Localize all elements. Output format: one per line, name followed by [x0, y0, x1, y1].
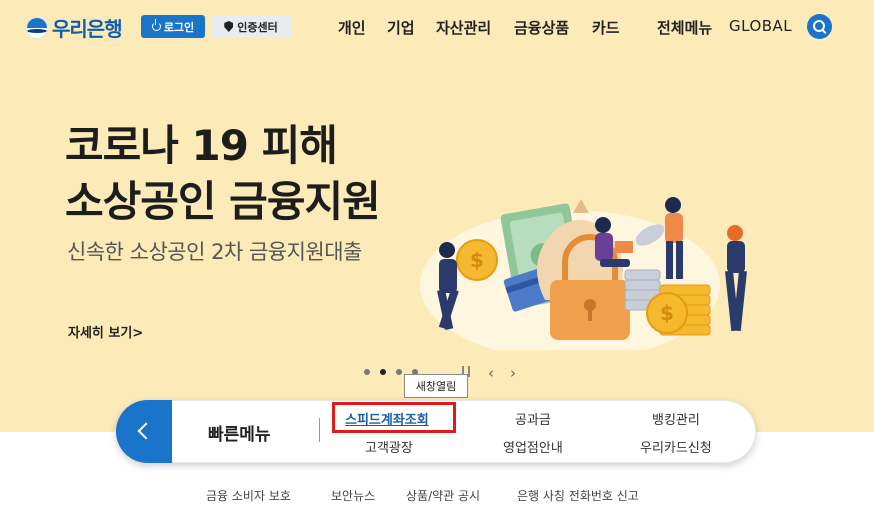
cert-label: 인증센터	[237, 20, 278, 34]
new-window-tooltip: 새창열림	[404, 374, 468, 398]
quick-menu-prev-button[interactable]	[116, 400, 172, 463]
footer-link-phishing-report[interactable]: 은행 사칭 전화번호 신고	[517, 487, 639, 504]
bank-logo[interactable]: 우리은행	[26, 13, 123, 42]
svg-text:$: $	[660, 301, 674, 325]
logo-text: 우리은행	[52, 17, 123, 41]
carousel-next-icon[interactable]: ›	[510, 366, 516, 381]
hero-title-line1: 코로나 19 피해	[65, 121, 338, 170]
carousel-dot-active[interactable]	[380, 369, 386, 375]
quick-link-utility-bills[interactable]: 공과금	[515, 409, 551, 428]
hero-title: 코로나 19 피해 소상공인 금융지원	[65, 118, 381, 230]
shield-icon	[224, 21, 234, 32]
footer-link-consumer-protection[interactable]: 금융 소비자 보호	[206, 487, 291, 504]
quick-link-speed-account-inquiry[interactable]: 스피드계좌조회	[345, 409, 429, 428]
divider	[319, 418, 320, 442]
global-link[interactable]: GLOBAL	[729, 17, 792, 35]
quick-link-branch-info[interactable]: 영업점안내	[503, 437, 563, 456]
gnb-item-asset-management[interactable]: 자산관리	[436, 17, 491, 38]
hero-subtitle: 신속한 소상공인 2차 금융지원대출	[67, 240, 362, 264]
gnb-item-card[interactable]: 카드	[592, 17, 620, 38]
quick-link-woori-card-apply[interactable]: 우리카드신청	[640, 437, 712, 456]
carousel-dot[interactable]	[396, 369, 402, 375]
quick-link-customer-plaza[interactable]: 고객광장	[365, 437, 413, 456]
search-icon[interactable]	[807, 14, 832, 39]
certificate-center-button[interactable]: 인증센터	[211, 15, 291, 38]
site-header: 우리은행 로그인 인증센터 개인 기업 자산관리 금융상품 카드 전체메뉴 GL…	[0, 0, 874, 52]
footer-link-security-news[interactable]: 보안뉴스	[331, 487, 375, 504]
carousel-prev-icon[interactable]: ‹	[488, 366, 494, 381]
carousel-dot[interactable]	[364, 369, 370, 375]
hero-title-line2: 소상공인 금융지원	[65, 177, 381, 226]
login-label: 로그인	[163, 20, 195, 34]
login-button[interactable]: 로그인	[141, 15, 205, 38]
hero-more-link[interactable]: 자세히 보기>	[68, 322, 143, 341]
logo-mark-icon	[26, 16, 48, 39]
quick-menu-title: 빠른메뉴	[208, 425, 271, 445]
all-menu-link[interactable]: 전체메뉴	[657, 17, 712, 38]
gnb-item-corporate[interactable]: 기업	[387, 17, 415, 38]
gnb-item-personal[interactable]: 개인	[338, 17, 366, 38]
power-icon	[151, 19, 161, 31]
svg-text:$: $	[470, 248, 484, 272]
quick-link-banking-management[interactable]: 뱅킹관리	[652, 409, 700, 428]
finance-support-illustration: $ $	[420, 197, 747, 350]
footer-link-product-terms[interactable]: 상품/약관 공시	[406, 487, 480, 504]
gnb-item-financial-products[interactable]: 금융상품	[514, 17, 569, 38]
